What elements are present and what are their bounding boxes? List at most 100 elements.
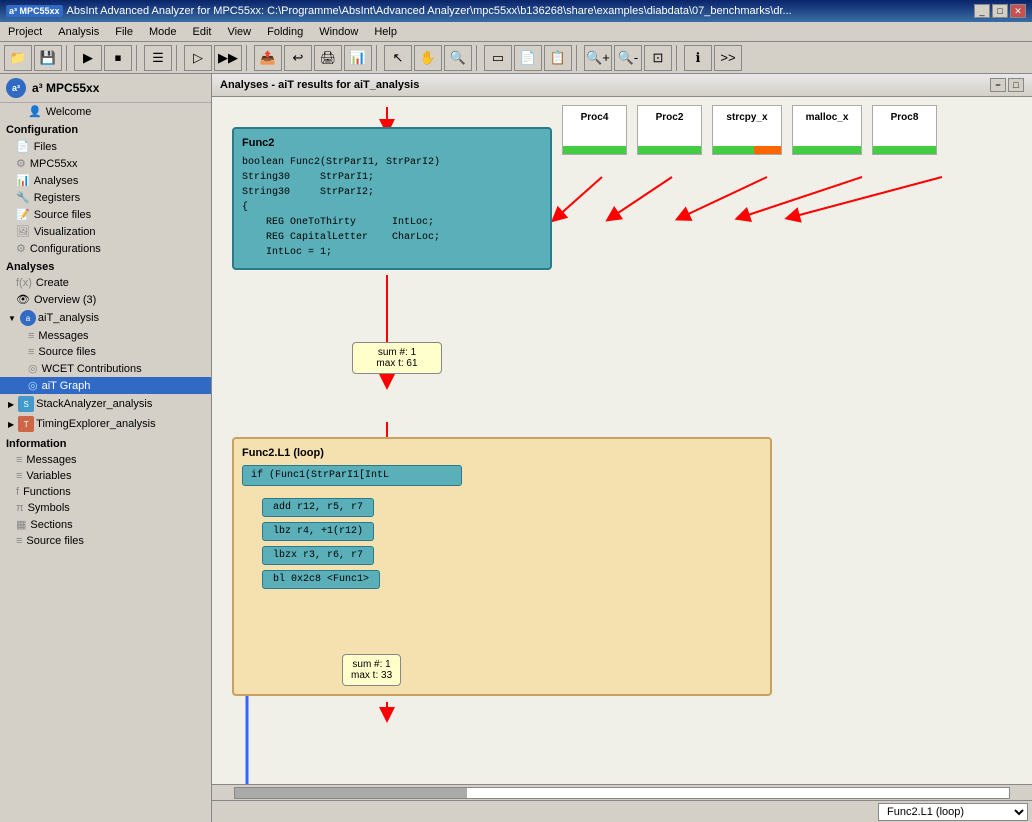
toolbar-play3[interactable]: ▶▶: [214, 45, 242, 71]
toolbar-new[interactable]: 📁: [4, 45, 32, 71]
toolbar-list[interactable]: ☰: [144, 45, 172, 71]
func2-code: boolean Func2(StrParI1, StrParI2) String…: [242, 155, 542, 260]
sidebar-info-messages[interactable]: ≡ Messages: [0, 452, 211, 468]
sidebar-create[interactable]: f(x) Create: [0, 275, 211, 291]
menu-view[interactable]: View: [219, 22, 259, 41]
app-icon: a³ MPC55xx: [6, 5, 63, 17]
sidebar-mpc55xx[interactable]: ⚙ MPC55xx: [0, 155, 211, 172]
source-icon: 📝: [16, 208, 30, 221]
scrollbar-thumb[interactable]: [235, 788, 467, 798]
toolbar-export[interactable]: 📤: [254, 45, 282, 71]
instr-2[interactable]: lbzx r3, r6, r7: [262, 546, 374, 565]
menu-folding[interactable]: Folding: [259, 22, 311, 41]
status-bar: Func2.L1 (loop) Func2 main: [212, 800, 1032, 822]
toolbar-page[interactable]: 📄: [514, 45, 542, 71]
sidebar-overview[interactable]: 👁 Overview (3): [0, 291, 211, 308]
menu-analysis[interactable]: Analysis: [50, 22, 107, 41]
titlebar-left: a³ MPC55xx AbsInt Advanced Analyzer for …: [6, 5, 792, 17]
sidebar-visualization[interactable]: 🖼 Visualization: [0, 223, 211, 240]
sidebar-files[interactable]: 📄 Files: [0, 138, 211, 155]
malloc-box[interactable]: malloc_x: [792, 105, 862, 155]
main-container: a³ a³ MPC55xx 👤 Welcome Configuration 📄 …: [0, 74, 1032, 822]
instr-3[interactable]: bl 0x2c8 <Func1>: [262, 570, 380, 589]
toolbar-sep3: [176, 45, 180, 71]
menu-project[interactable]: Project: [0, 22, 50, 41]
menu-file[interactable]: File: [107, 22, 141, 41]
toolbar-info[interactable]: ℹ: [684, 45, 712, 71]
strcpy-box[interactable]: strcpy_x: [712, 105, 782, 155]
instr-1[interactable]: lbz r4, +1(r12): [262, 522, 374, 541]
ait-arrow: ▼: [8, 314, 16, 323]
sidebar-ait-graph[interactable]: ◎ aiT Graph: [0, 377, 211, 394]
ait-icon: a: [20, 310, 36, 326]
func2-container[interactable]: Func2 boolean Func2(StrParI1, StrParI2) …: [232, 127, 552, 270]
toolbar-more[interactable]: >>: [714, 45, 742, 71]
sidebar-source-files-ait[interactable]: ≡ Source files: [0, 344, 211, 360]
instructions-container: add r12, r5, r7 lbz r4, +1(r12) lbzx r3,…: [262, 498, 762, 594]
toolbar-sep5: [376, 45, 380, 71]
sidebar-timing-explorer[interactable]: ▶ T TimingExplorer_analysis: [0, 414, 211, 434]
proc2-box[interactable]: Proc2: [637, 105, 702, 155]
panel-minimize-btn[interactable]: −: [990, 78, 1006, 92]
sidebar-stack-analyzer[interactable]: ▶ S StackAnalyzer_analysis: [0, 394, 211, 414]
toolbar-print[interactable]: 🖨: [314, 45, 342, 71]
menu-edit[interactable]: Edit: [184, 22, 219, 41]
mpc-header: a³ a³ MPC55xx: [0, 74, 211, 103]
toolbar-play[interactable]: ▶: [74, 45, 102, 71]
code-line-2: String30 StrParI2;: [242, 185, 542, 200]
menu-mode[interactable]: Mode: [141, 22, 185, 41]
sidebar-symbols[interactable]: π Symbols: [0, 500, 211, 516]
proc4-box[interactable]: Proc4: [562, 105, 627, 155]
menu-window[interactable]: Window: [311, 22, 366, 41]
toolbar-zoom-reset[interactable]: ⊡: [644, 45, 672, 71]
maximize-button[interactable]: □: [992, 4, 1008, 18]
sidebar-welcome[interactable]: 👤 Welcome: [0, 103, 211, 120]
sidebar-ait-analysis[interactable]: ▼ a aiT_analysis: [0, 308, 211, 328]
sidebar-variables[interactable]: ≡ Variables: [0, 468, 211, 484]
analyses-header: Analyses: [0, 257, 211, 275]
welcome-icon: 👤: [28, 105, 42, 118]
toolbar-rect[interactable]: ▭: [484, 45, 512, 71]
function-dropdown[interactable]: Func2.L1 (loop) Func2 main: [878, 803, 1028, 821]
close-button[interactable]: ✕: [1010, 4, 1026, 18]
instr-0[interactable]: add r12, r5, r7: [262, 498, 374, 517]
horizontal-scrollbar[interactable]: [234, 787, 1010, 799]
sidebar-configurations[interactable]: ⚙ Configurations: [0, 240, 211, 257]
toolbar-zoom-in[interactable]: 🔍+: [584, 45, 612, 71]
malloc-label: malloc_x: [806, 106, 849, 123]
minimize-button[interactable]: _: [974, 4, 990, 18]
toolbar-zoom-out[interactable]: 🔍-: [614, 45, 642, 71]
loop-title: Func2.L1 (loop): [242, 447, 762, 459]
toolbar-chart[interactable]: 📊: [344, 45, 372, 71]
strcpy-bar-orange: [754, 146, 781, 154]
loop-condition[interactable]: if (Func1(StrParI1[IntL: [242, 465, 462, 486]
panel-maximize-btn[interactable]: □: [1008, 78, 1024, 92]
toolbar-stop[interactable]: ⏹: [104, 45, 132, 71]
sidebar-analyses[interactable]: 📊 Analyses: [0, 172, 211, 189]
toolbar-play2[interactable]: ▷: [184, 45, 212, 71]
condition-text: if (Func1(StrParI1[IntL: [251, 470, 389, 481]
sidebar-wcet[interactable]: ◎ WCET Contributions: [0, 360, 211, 377]
sidebar-source-files-info[interactable]: ≡ Source files: [0, 533, 211, 549]
malloc-bar: [793, 146, 861, 154]
code-line-4: REG OneToThirty IntLoc;: [242, 215, 542, 230]
toolbar-undo[interactable]: ↩: [284, 45, 312, 71]
menu-help[interactable]: Help: [366, 22, 405, 41]
bottom-scrollbar[interactable]: [212, 784, 1032, 800]
loop-container[interactable]: Func2.L1 (loop) if (Func1(StrParI1[IntL …: [232, 437, 772, 696]
graph-area[interactable]: Proc4 Proc2 strcpy_x: [212, 97, 1032, 784]
proc8-box[interactable]: Proc8: [872, 105, 937, 155]
toolbar-zoom[interactable]: 🔍: [444, 45, 472, 71]
sidebar-sections[interactable]: ▦ Sections: [0, 516, 211, 533]
sidebar-registers[interactable]: 🔧 Registers: [0, 189, 211, 206]
menubar: Project Analysis File Mode Edit View Fol…: [0, 22, 1032, 42]
toolbar-hand[interactable]: ✋: [414, 45, 442, 71]
toolbar-pointer[interactable]: ↖: [384, 45, 412, 71]
toolbar-save[interactable]: 💾: [34, 45, 62, 71]
wcet-icon: ◎: [28, 362, 38, 375]
sidebar-source-files-config[interactable]: 📝 Source files: [0, 206, 211, 223]
sidebar-messages[interactable]: ≡ Messages: [0, 328, 211, 344]
info-msg-icon: ≡: [16, 454, 22, 466]
sidebar-functions[interactable]: f Functions: [0, 484, 211, 500]
toolbar-page2[interactable]: 📋: [544, 45, 572, 71]
